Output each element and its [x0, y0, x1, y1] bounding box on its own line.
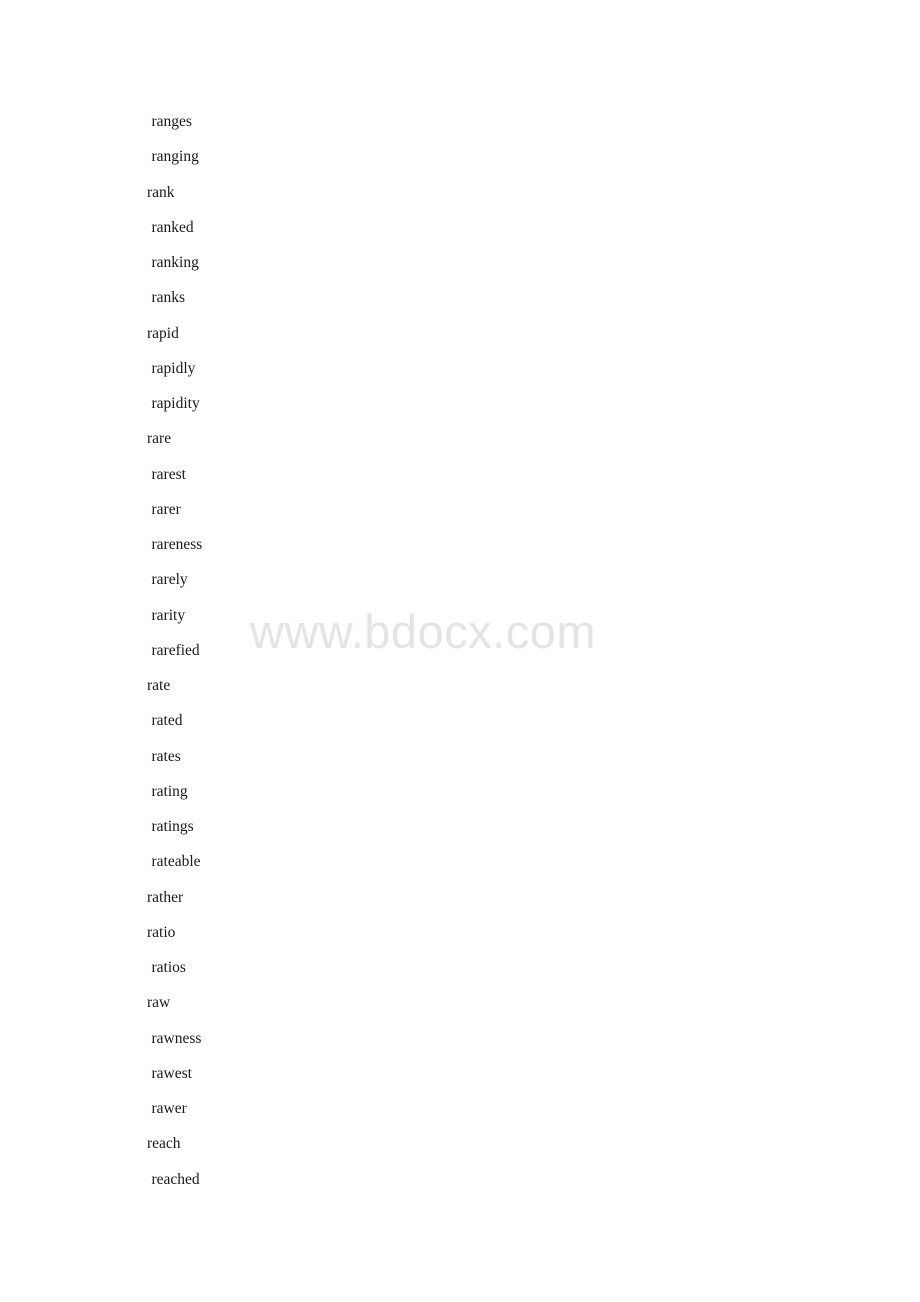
word-list-item: rate	[147, 677, 171, 694]
word-list-item: rapidity	[151, 395, 200, 412]
word-list-item: rawness	[151, 1029, 202, 1047]
word-list-item: rapid	[147, 324, 179, 342]
word-list-item: rarest	[151, 465, 186, 483]
word-list-item: rapidly	[151, 359, 196, 377]
word-list-item: rates	[151, 747, 181, 765]
word-list-item: rarefied	[151, 641, 200, 659]
word-list-item: rarity	[151, 606, 186, 624]
word-list-item: raw	[147, 994, 171, 1012]
word-list-item: rated	[151, 712, 183, 730]
word-list-item: ranking	[151, 254, 199, 271]
word-list-item: rarer	[151, 500, 181, 518]
word-list-item: rareness	[151, 536, 203, 553]
word-list-item: ratios	[151, 959, 186, 976]
word-list-item: rank	[147, 183, 175, 201]
word-list-item: rare	[147, 430, 172, 448]
word-list-item: ranging	[151, 148, 199, 166]
site-watermark: www.bdocx.com	[250, 605, 597, 658]
word-list-item: reached	[151, 1170, 200, 1188]
document-page: www.bdocx.com ranges ranging rank ranked ran…	[0, 0, 920, 1302]
word-list-item: rawest	[151, 1064, 192, 1082]
word-list-item: rawer	[151, 1100, 187, 1117]
word-list-item: rarely	[151, 571, 188, 589]
word-list-item: ratings	[151, 818, 194, 835]
word-list-item: ratio	[147, 923, 176, 941]
word-list-item: ranks	[151, 289, 186, 307]
word-list-item: ranked	[151, 218, 194, 236]
word-list-item: reach	[147, 1135, 181, 1153]
word-list-item: rather	[147, 888, 184, 906]
word-list-item: ranges	[151, 113, 192, 130]
word-list-item: rating	[151, 782, 188, 800]
word-list-item: rateable	[151, 853, 201, 871]
